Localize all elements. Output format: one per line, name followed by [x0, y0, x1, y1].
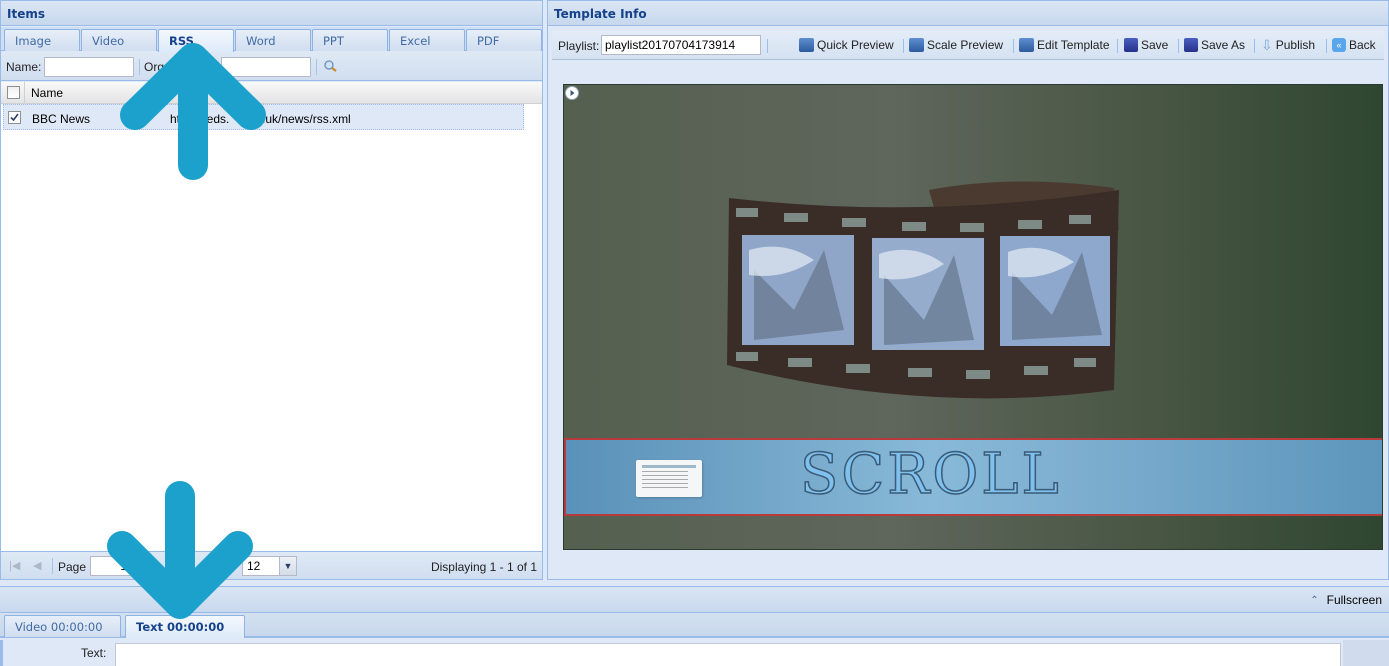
template-toolbar: Playlist: Quick Preview Scale Preview Ed… — [552, 31, 1384, 60]
save-as-button[interactable]: Save As — [1184, 38, 1245, 52]
first-page-icon[interactable]: |◀ — [9, 559, 20, 572]
playlist-input[interactable] — [601, 35, 761, 55]
item-type-tabs: Image Video RSS Word PPT Excel PDF — [1, 27, 542, 52]
search-icon[interactable] — [323, 59, 339, 73]
toolbar-separator — [767, 39, 768, 53]
column-header-name[interactable]: Name — [31, 86, 63, 100]
edit-template-button[interactable]: Edit Template — [1019, 38, 1110, 52]
back-button[interactable]: « Back — [1332, 38, 1376, 52]
rss-grid: Name BBC News ht eeds. co.uk/news/rss.xm… — [1, 82, 542, 551]
page-label: Page — [58, 560, 87, 574]
page-size-value: 12 — [247, 559, 261, 573]
tab-excel[interactable]: Excel — [389, 29, 465, 51]
back-label: Back — [1349, 38, 1376, 52]
row-url: ht eeds. co.uk/news/rss.xml — [170, 112, 351, 126]
film-strip-image — [727, 181, 1119, 399]
displaying-status: Displaying 1 - 1 of 1 — [430, 560, 537, 574]
items-panel-title: Items — [1, 1, 542, 26]
toolbar-separator — [139, 59, 140, 75]
text-form-row: Text: — [0, 640, 1389, 666]
publish-button[interactable]: ⇩ Publish — [1261, 38, 1315, 52]
toolbar-separator — [1117, 39, 1118, 53]
prev-page-icon[interactable]: ◀ — [33, 559, 41, 572]
publish-icon: ⇩ — [1261, 37, 1273, 53]
toolbar-separator — [1013, 39, 1014, 53]
quick-preview-button[interactable]: Quick Preview — [799, 38, 894, 52]
play-icon[interactable] — [565, 86, 579, 100]
playlist-label: Playlist: — [558, 39, 600, 53]
text-row-scroll-area — [1343, 640, 1389, 666]
tab-text-timeline[interactable]: Text 00:00:00 — [125, 615, 245, 638]
tab-word[interactable]: Word — [235, 29, 311, 51]
floppy-disk-icon — [1184, 38, 1198, 52]
paging-toolbar: |◀ ◀ Page 12 ▼ Displaying 1 - 1 of 1 — [1, 551, 542, 579]
text-input[interactable] — [115, 643, 1341, 666]
tab-rss[interactable]: RSS — [158, 29, 234, 52]
timeline-tabs: Video 00:00:00 Text 00:00:00 — [0, 613, 1389, 638]
template-preview[interactable]: SCROLL — [563, 84, 1383, 550]
page-size-select[interactable]: 12 ▼ — [242, 556, 297, 576]
save-as-label: Save As — [1201, 38, 1246, 52]
select-all-checkbox[interactable] — [7, 86, 20, 99]
items-panel: Items Image Video RSS Word PPT Excel PDF… — [0, 0, 543, 580]
tab-ppt[interactable]: PPT — [312, 29, 388, 51]
clapperboard-icon — [909, 38, 924, 52]
tab-image[interactable]: Image — [4, 29, 80, 51]
template-info-panel: Template Info Playlist: Quick Preview Sc… — [547, 0, 1389, 580]
fullscreen-button[interactable]: ⌃ Fullscreen — [1310, 593, 1382, 607]
filter-toolbar: Name: Org — [1, 52, 542, 81]
name-filter-input[interactable] — [44, 57, 134, 77]
scale-preview-button[interactable]: Scale Preview — [909, 38, 1003, 52]
double-chevron-up-icon: ⌃ — [1310, 594, 1319, 606]
table-row[interactable]: BBC News ht eeds. co.uk/news/rss.xml — [3, 104, 524, 130]
toolbar-separator — [1254, 39, 1255, 53]
floppy-disk-icon — [1124, 38, 1138, 52]
row-name: BBC News — [32, 112, 91, 126]
page-number-input[interactable] — [90, 556, 140, 576]
toolbar-separator — [1326, 39, 1327, 53]
name-label: Name: — [6, 60, 42, 74]
grid-header: Name — [1, 82, 542, 104]
tab-video[interactable]: Video — [81, 29, 157, 51]
clapperboard-icon — [1019, 38, 1034, 52]
fullscreen-bar: ⌃ Fullscreen — [0, 586, 1389, 613]
template-info-title: Template Info — [548, 1, 1388, 26]
scroll-text-region[interactable]: SCROLL — [564, 438, 1382, 516]
edit-template-label: Edit Template — [1037, 38, 1110, 52]
org-label: Org — [144, 60, 165, 74]
publish-label: Publish — [1275, 38, 1316, 52]
clapperboard-icon — [799, 38, 814, 52]
back-icon: « — [1332, 38, 1346, 52]
fullscreen-label: Fullscreen — [1326, 593, 1382, 607]
scroll-text: SCROLL — [799, 441, 1062, 508]
tab-video-timeline[interactable]: Video 00:00:00 — [4, 615, 121, 637]
row-checkbox[interactable] — [8, 111, 21, 124]
toolbar-separator — [316, 59, 317, 75]
quick-preview-label: Quick Preview — [817, 38, 894, 52]
org-filter-input[interactable] — [221, 57, 311, 77]
chevron-down-icon[interactable]: ▼ — [279, 557, 296, 575]
document-icon — [636, 460, 702, 497]
save-button[interactable]: Save — [1124, 38, 1168, 52]
save-label: Save — [1141, 38, 1169, 52]
toolbar-separator — [52, 558, 53, 574]
scale-preview-label: Scale Preview — [927, 38, 1004, 52]
toolbar-separator — [1178, 39, 1179, 53]
tab-pdf[interactable]: PDF — [466, 29, 542, 51]
toolbar-separator — [903, 39, 904, 53]
text-label: Text: — [81, 646, 107, 660]
